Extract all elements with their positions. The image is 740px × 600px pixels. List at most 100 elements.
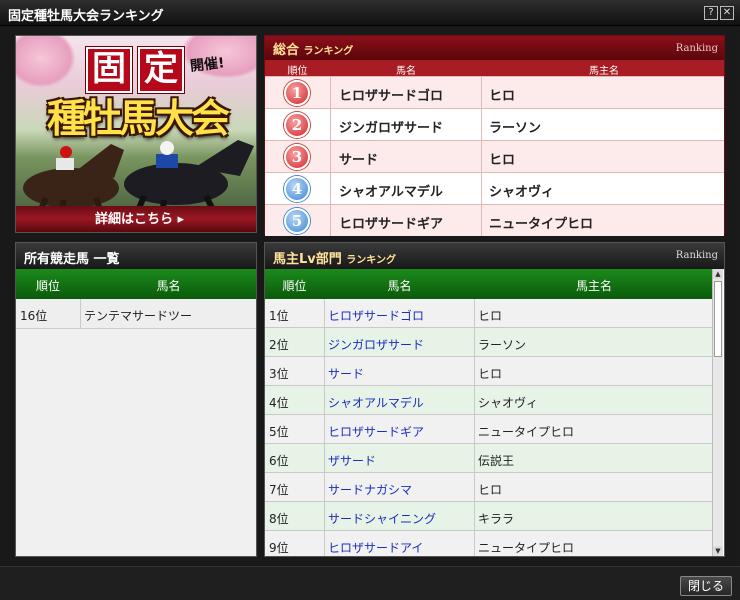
owned-horses-header: 所有競走馬 一覧: [16, 243, 256, 269]
overall-ranking-title: 総合 ランキング: [273, 39, 353, 58]
col-owner: 馬主名: [575, 279, 612, 293]
window-title: 固定種牡馬大会ランキング: [8, 9, 164, 24]
owner-cell: ニュータイプヒロ: [478, 425, 575, 439]
horse-name-link[interactable]: ジンガロザサード: [328, 336, 424, 353]
rank-cell: 2位: [269, 338, 289, 352]
horse-name: ヒロザサードゴロ: [339, 89, 444, 104]
ranking-label: Ranking: [675, 250, 718, 261]
owner-cell: ラーソン: [478, 338, 527, 352]
scroll-down-arrow-icon[interactable]: ▼: [713, 546, 723, 556]
overall-rows: 1 ヒロザサードゴロ ヒロ 2 ジンガロザサード ラーソン 3 サード ヒロ 4…: [265, 76, 724, 236]
overall-row: 4 シャオアルマデル シャオヴィ: [265, 172, 724, 204]
owner-lv-header: 馬主Lv部門 ランキング Ranking: [265, 243, 724, 269]
scroll-up-arrow-icon[interactable]: ▲: [713, 269, 723, 279]
horse-name-link[interactable]: サードナガシマ: [328, 481, 412, 498]
rank-cell: 4位: [269, 396, 289, 410]
owned-column-headers: 順位 馬名: [16, 269, 256, 299]
owned-rank: 16位: [20, 309, 48, 323]
table-row[interactable]: 7位 サードナガシマ ヒロ: [265, 473, 713, 502]
horse-name-link[interactable]: サード: [328, 365, 364, 382]
rank-medal-icon: 4: [284, 176, 310, 202]
owner-cell: シャオヴィ: [478, 396, 539, 410]
owner-cell: 伝説王: [478, 454, 515, 468]
col-rank: 順位: [282, 279, 307, 293]
col-name: 馬名: [156, 279, 181, 293]
owner-name: ヒロ: [489, 89, 516, 104]
table-row[interactable]: 8位 サードシャイニング キララ: [265, 502, 713, 531]
col-rank: 順位: [35, 279, 60, 293]
horse-name-link[interactable]: シャオアルマデル: [328, 394, 424, 411]
rank-medal-cell: 4: [265, 173, 330, 204]
rank-medal-icon: 2: [284, 112, 310, 138]
rank-medal-icon: 5: [284, 208, 310, 234]
col-rank: 順位: [287, 66, 308, 77]
horse-name: ヒロザサードギア: [339, 217, 444, 232]
table-row[interactable]: 1位 ヒロザサードゴロ ヒロ: [265, 299, 713, 328]
detail-link[interactable]: 詳細はこちら ▸: [95, 208, 184, 227]
rank-medal-icon: 1: [284, 80, 310, 106]
table-row[interactable]: 4位 シャオアルマデル シャオヴィ: [265, 386, 713, 415]
owner-lv-table: 順位 馬名 馬主名 1位 ヒロザサードゴロ ヒロ 2位 ジンガロザサード ラーソン 3位…: [265, 269, 713, 556]
owner-lv-rows: 1位 ヒロザサードゴロ ヒロ 2位 ジンガロザサード ラーソン 3位 サード ヒロ 4位 シャ…: [265, 299, 713, 556]
banner-char-ko: 固: [86, 47, 132, 93]
overall-title-main: 総合: [273, 43, 300, 58]
rank-medal-cell: 1: [265, 77, 330, 108]
window-close-button[interactable]: ✕: [720, 6, 734, 20]
sakura-decoration: [16, 36, 76, 88]
owner-name: ニュータイプヒロ: [489, 217, 594, 232]
horse-name-link[interactable]: サードシャイニング: [328, 510, 436, 527]
col-owner: 馬主名: [589, 66, 619, 77]
owner-cell: キララ: [478, 512, 515, 526]
horse-name-link[interactable]: ザサード: [328, 452, 376, 469]
owned-horses-panel: 所有競走馬 一覧 順位 馬名 16位 テンテマサードツー: [15, 242, 257, 557]
owner-name: ヒロ: [489, 153, 516, 168]
owner-lv-title: 馬主Lv部門 ランキング: [273, 248, 396, 267]
table-row[interactable]: 6位 ザサード 伝説王: [265, 444, 713, 473]
col-name: 馬名: [396, 66, 416, 77]
overall-row: 3 サード ヒロ: [265, 140, 724, 172]
banner-kaisai: 開催!: [189, 55, 226, 75]
col-name: 馬名: [387, 279, 412, 293]
close-button[interactable]: 閉じる: [680, 576, 732, 596]
overall-row: 2 ジンガロザサード ラーソン: [265, 108, 724, 140]
table-row[interactable]: 2位 ジンガロザサード ラーソン: [265, 328, 713, 357]
owned-horse-name: テンテマサードツー: [84, 309, 193, 323]
overall-ranking-header: 総合 ランキング Ranking: [265, 36, 724, 60]
horses-illustration: [23, 140, 254, 216]
horse-name-link[interactable]: ヒロザサードギア: [328, 423, 424, 440]
owned-row[interactable]: 16位 テンテマサードツー: [16, 299, 256, 329]
help-button[interactable]: ?: [704, 6, 718, 20]
event-banner[interactable]: 固 定 開催! 種牡馬大会 詳細はこちら ▸: [15, 35, 257, 233]
owner-name: シャオヴィ: [489, 185, 555, 200]
rank-cell: 8位: [269, 512, 289, 526]
owner-cell: ニュータイプヒロ: [478, 541, 575, 555]
table-row[interactable]: 5位 ヒロザサードギア ニュータイプヒロ: [265, 415, 713, 444]
horse-name: シャオアルマデル: [339, 185, 443, 200]
owned-horses-title: 所有競走馬 一覧: [24, 252, 120, 267]
rank-medal-cell: 3: [265, 141, 330, 172]
overall-title-small: ランキング: [303, 46, 354, 57]
rank-cell: 5位: [269, 425, 289, 439]
overall-column-headers: 順位 馬名 馬主名: [265, 60, 724, 77]
horse-name: ジンガロザサード: [339, 121, 444, 136]
rank-cell: 9位: [269, 541, 289, 555]
horse-name-link[interactable]: ヒロザサードアイ: [328, 539, 423, 556]
rank-cell: 1位: [269, 309, 289, 323]
table-row[interactable]: 3位 サード ヒロ: [265, 357, 713, 386]
rank-cell: 6位: [269, 454, 289, 468]
rank-medal-icon: 3: [284, 144, 310, 170]
owner-cell: ヒロ: [478, 367, 503, 381]
vertical-scrollbar[interactable]: ▲ ▼: [712, 269, 723, 556]
table-row[interactable]: 9位 ヒロザサードアイ ニュータイプヒロ: [265, 531, 713, 556]
overall-row: 1 ヒロザサードゴロ ヒロ: [265, 76, 724, 108]
owner-lv-title-main: 馬主Lv部門: [273, 252, 342, 267]
owner-cell: ヒロ: [478, 483, 503, 497]
horse-name-link[interactable]: ヒロザサードゴロ: [328, 307, 424, 324]
owner-lv-title-small: ランキング: [346, 255, 396, 266]
owner-lv-ranking-panel: 馬主Lv部門 ランキング Ranking 順位 馬名 馬主名 1位 ヒロザサードゴ…: [264, 242, 725, 557]
overall-row: 5 ヒロザサードギア ニュータイプヒロ: [265, 204, 724, 236]
rank-medal-cell: 2: [265, 109, 330, 140]
ranking-label: Ranking: [675, 43, 718, 54]
scroll-thumb[interactable]: [714, 281, 722, 357]
owner-lv-column-headers: 順位 馬名 馬主名: [265, 269, 713, 299]
